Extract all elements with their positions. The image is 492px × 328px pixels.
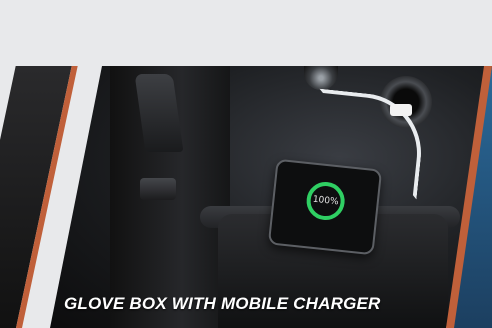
charging-ring-icon: 100% xyxy=(304,180,347,222)
feature-carousel[interactable]: 100% GLOVE BOX WITH MOBILE CHARGER xyxy=(0,0,492,328)
current-slide-image: 100% xyxy=(50,66,492,328)
usb-plug-icon xyxy=(390,104,412,116)
mobile-phone: 100% xyxy=(267,158,383,256)
slide-caption: GLOVE BOX WITH MOBILE CHARGER xyxy=(64,294,381,313)
ignition-switch xyxy=(304,66,338,90)
glove-box-latch xyxy=(140,178,176,200)
battery-percentage: 100% xyxy=(312,194,339,207)
